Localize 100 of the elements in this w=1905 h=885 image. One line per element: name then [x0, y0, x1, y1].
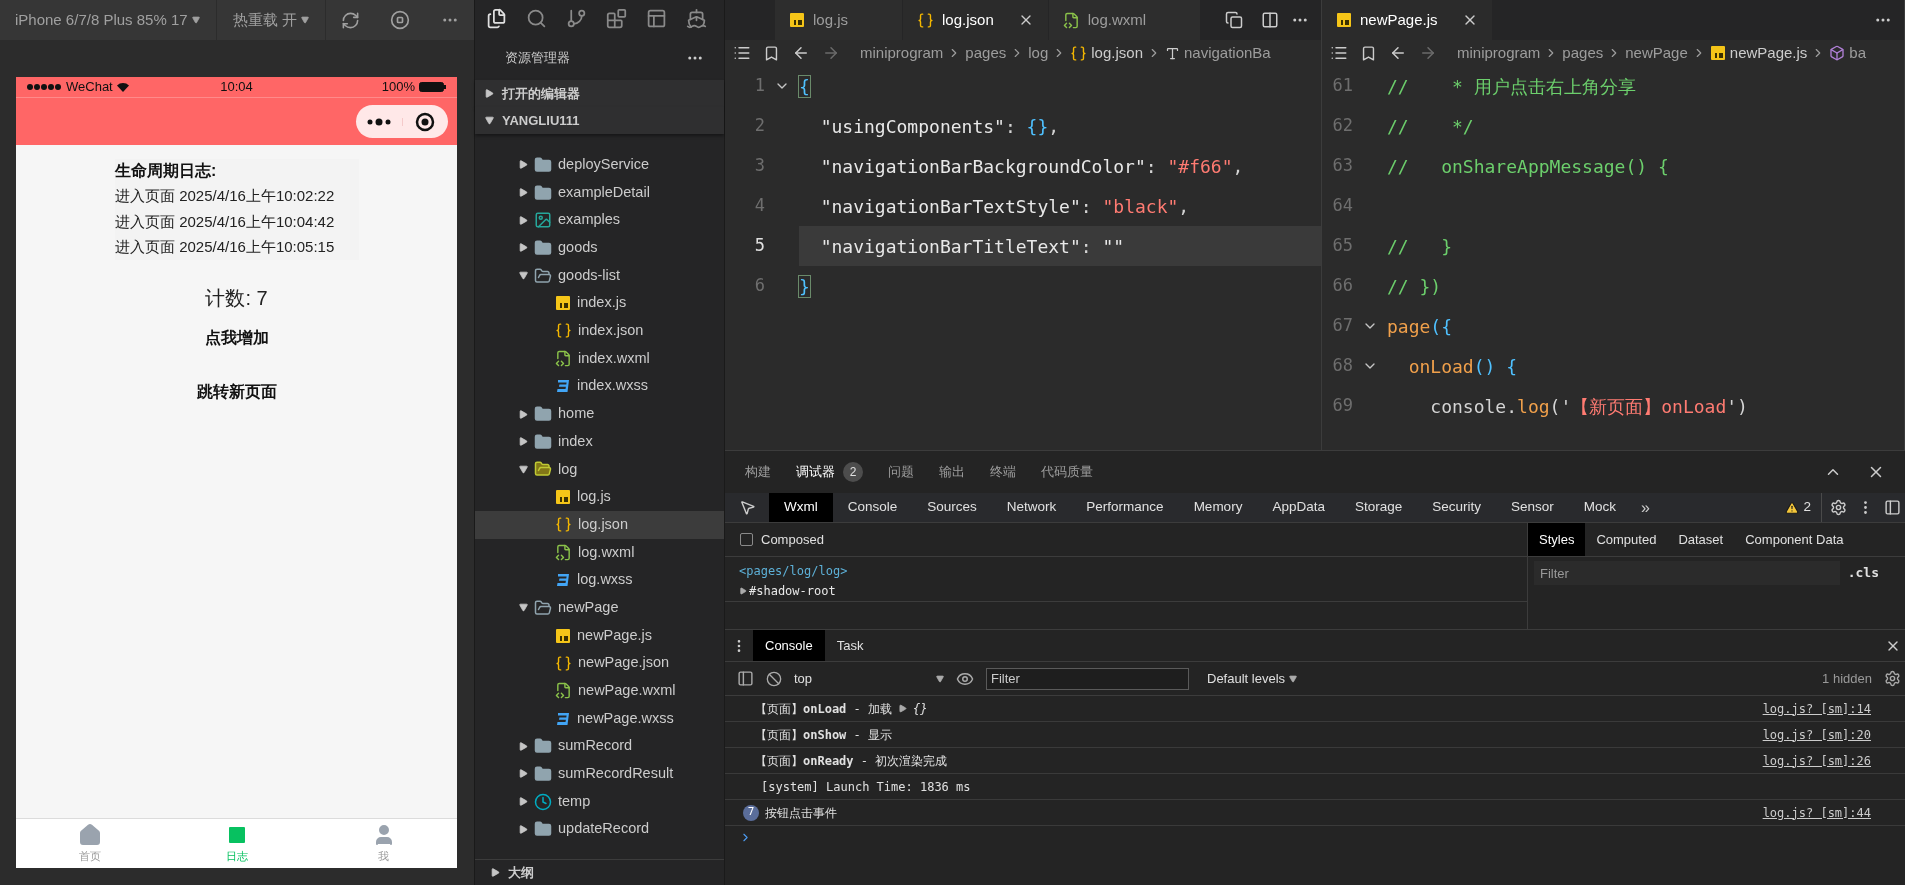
folder-item[interactable]: deployService	[475, 151, 724, 179]
file-item[interactable]: log.js	[475, 483, 724, 511]
text-button[interactable]: 跳转新页面	[196, 379, 277, 404]
file-item[interactable]: newPage.wxss	[475, 704, 724, 733]
source-link[interactable]: log.js? [sm]:14	[1762, 699, 1871, 718]
file-item[interactable]: newPage.wxml	[475, 677, 724, 705]
devtools-tab[interactable]: Security	[1417, 493, 1496, 522]
folder-item[interactable]: log	[475, 455, 724, 484]
source-link[interactable]: log.js? [sm]:26	[1762, 751, 1871, 770]
editor-tab[interactable]: log.js	[775, 0, 904, 40]
section-header[interactable]: 打开的编辑器	[475, 80, 724, 107]
file-item[interactable]: log.json	[475, 510, 724, 539]
source-link[interactable]: log.js? [sm]:44	[1762, 803, 1871, 822]
sidebar-toggle-icon[interactable]	[737, 670, 754, 687]
panel-tab[interactable]: 调试器 2	[796, 462, 863, 482]
folder-item[interactable]: updateRecord	[475, 815, 724, 844]
styles-tab[interactable]: Styles	[1528, 523, 1586, 556]
panel-tab[interactable]: 问题	[888, 462, 914, 482]
editor-tab[interactable]: log.json	[903, 0, 1049, 40]
breadcrumb-item[interactable]: log	[1028, 41, 1049, 65]
split-editor-icon[interactable]	[1261, 11, 1279, 29]
filter-field[interactable]: Filter	[1534, 561, 1840, 585]
more-tabs-button[interactable]: »	[1631, 493, 1660, 522]
file-item[interactable]: log.wxss	[475, 566, 724, 594]
context-selector[interactable]: top	[794, 668, 944, 689]
folder-item[interactable]: examples	[475, 206, 724, 235]
search-icon[interactable]	[526, 7, 547, 29]
styles-tab[interactable]: Dataset	[1667, 523, 1735, 556]
drawer-tab[interactable]: Console	[753, 630, 825, 661]
device-selector[interactable]: iPhone 6/7/8 Plus 85% 17	[0, 0, 217, 40]
folder-item[interactable]: sumRecord	[475, 732, 724, 761]
breadcrumb-item[interactable]: pages	[1562, 41, 1604, 65]
breadcrumb-item[interactable]: ba	[1849, 41, 1867, 65]
devtools-tab[interactable]: Mock	[1568, 493, 1632, 522]
devtools-tab[interactable]: Performance	[1071, 493, 1179, 522]
forward-arrow-icon[interactable]	[822, 44, 840, 62]
breadcrumb-item[interactable]: pages	[965, 41, 1007, 65]
checkbox[interactable]	[740, 533, 753, 546]
forward-arrow-icon[interactable]	[1419, 44, 1437, 62]
panel-tab[interactable]: 输出	[939, 462, 965, 482]
settings-icon[interactable]	[1884, 670, 1901, 687]
editor-tab[interactable]: log.wxml	[1048, 0, 1202, 40]
capsule-menu[interactable]	[356, 105, 448, 138]
file-item[interactable]: newPage.json	[475, 649, 724, 678]
bookmark-icon[interactable]	[1360, 44, 1377, 62]
devtools-tab[interactable]: Wxml	[769, 493, 833, 522]
settings-icon[interactable]	[1830, 499, 1847, 516]
folder-item[interactable]: goods-list	[475, 261, 724, 290]
file-item[interactable]: newPage.js	[475, 621, 724, 650]
breadcrumb-item[interactable]: newPage	[1625, 41, 1688, 65]
stop-icon[interactable]	[390, 10, 411, 30]
warning-counter[interactable]: 2	[1775, 493, 1821, 522]
dock-icon[interactable]	[1884, 499, 1901, 516]
devtools-tab[interactable]: Memory	[1178, 493, 1258, 522]
folder-item[interactable]: index	[475, 427, 724, 456]
outline-icon[interactable]	[733, 44, 751, 62]
folder-item[interactable]: home	[475, 400, 724, 428]
folder-item[interactable]: temp	[475, 787, 724, 816]
styles-tab[interactable]: Computed	[1585, 523, 1668, 556]
section-header[interactable]: 大纲	[475, 859, 724, 885]
clear-console-icon[interactable]	[766, 670, 782, 687]
hot-reload-toggle[interactable]: 热重载 开	[216, 0, 326, 40]
section-header[interactable]: YANGLIU111	[475, 107, 724, 134]
expand-arrow-icon[interactable]	[739, 587, 747, 595]
folder-item[interactable]: newPage	[475, 594, 724, 622]
ship-icon[interactable]	[686, 7, 707, 29]
element-node[interactable]: #shadow-root	[749, 582, 836, 600]
devtools-tab[interactable]: Storage	[1339, 493, 1418, 522]
breadcrumb-item[interactable]: miniprogram	[1457, 41, 1541, 65]
editor-tab[interactable]: newPage.js	[1322, 0, 1493, 40]
expand-arrow-icon[interactable]	[898, 704, 908, 713]
open-to-side-icon[interactable]	[1225, 11, 1243, 29]
file-item[interactable]: index.wxml	[475, 344, 724, 373]
panel-tab[interactable]: 终端	[990, 462, 1016, 482]
breadcrumb-item[interactable]: newPage.js	[1729, 41, 1808, 65]
breadcrumb-item[interactable]: miniprogram	[860, 41, 944, 65]
styles-tab[interactable]: Component Data	[1734, 523, 1855, 556]
bookmark-icon[interactable]	[763, 44, 780, 62]
file-item[interactable]: log.wxml	[475, 538, 724, 567]
branch-icon[interactable]	[566, 7, 587, 29]
panel-tab[interactable]: 构建	[745, 462, 771, 482]
text-button[interactable]: 点我增加	[204, 325, 269, 350]
devtools-tab[interactable]: AppData	[1257, 493, 1340, 522]
devtools-tab[interactable]: Sources	[912, 493, 992, 522]
file-item[interactable]: index.js	[475, 289, 724, 318]
element-node[interactable]: <pages/log/log>	[739, 561, 1527, 581]
devtools-tab[interactable]: Sensor	[1496, 493, 1569, 522]
drawer-tab[interactable]: Task	[824, 630, 876, 661]
source-link[interactable]: log.js? [sm]:20	[1762, 725, 1871, 744]
folder-item[interactable]: sumRecordResult	[475, 760, 724, 788]
layout-icon[interactable]	[646, 7, 667, 29]
devtools-tab[interactable]: Network	[991, 493, 1072, 522]
object-preview[interactable]: {}	[913, 699, 928, 718]
extensions-icon[interactable]	[606, 7, 627, 29]
refresh-icon[interactable]	[341, 10, 360, 30]
panel-tab[interactable]: 代码质量	[1041, 462, 1093, 482]
outline-icon[interactable]	[1330, 44, 1348, 62]
files-icon[interactable]	[486, 7, 507, 29]
filter-field[interactable]: Filter	[986, 667, 1189, 690]
file-item[interactable]: index.wxss	[475, 372, 724, 401]
